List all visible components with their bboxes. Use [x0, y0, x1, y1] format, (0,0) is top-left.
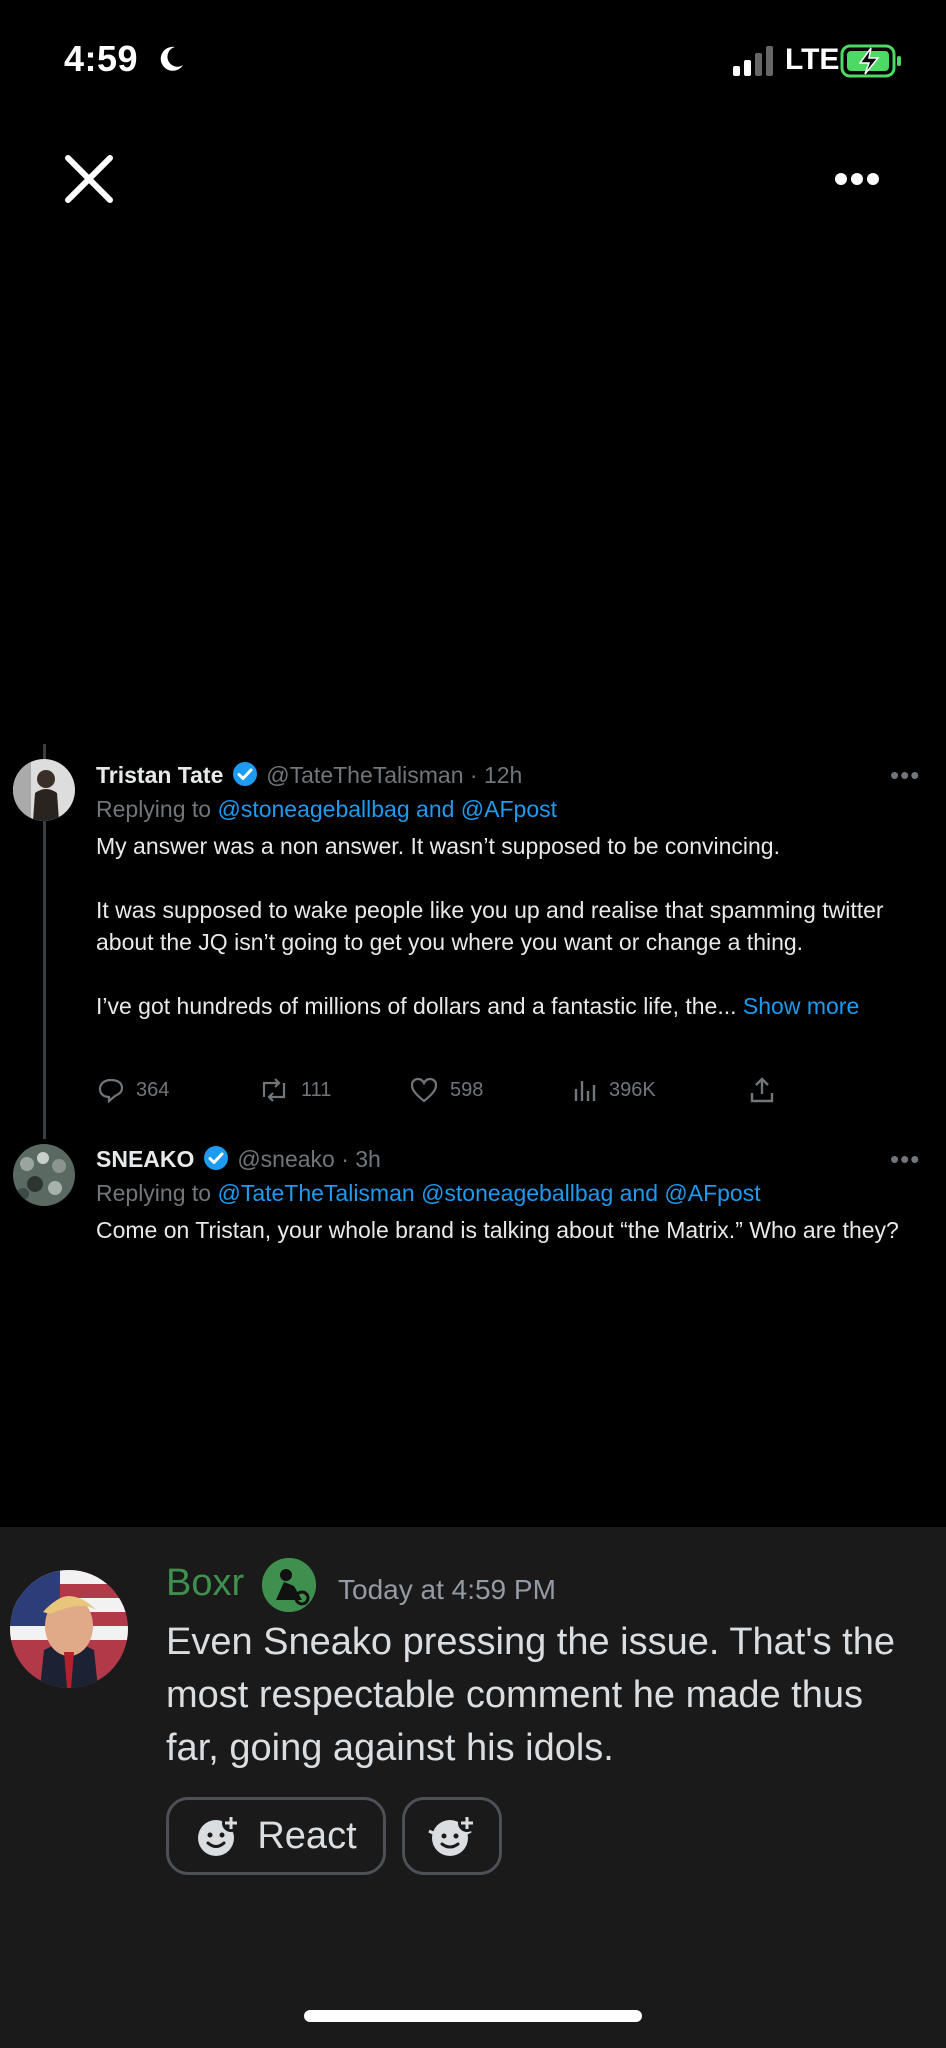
- add-reaction-icon: [198, 1814, 241, 1856]
- network-label: LTE: [785, 43, 840, 76]
- views-action[interactable]: 396K: [573, 1077, 656, 1103]
- reply-action[interactable]: 364: [98, 1077, 169, 1103]
- tweet-paragraph-last: I’ve got hundreds of millions of dollars…: [96, 990, 916, 1022]
- verified-icon: [232, 762, 257, 786]
- message-timestamp: Today at 4:59 PM: [338, 1574, 556, 1605]
- add-super-reaction-button[interactable]: [402, 1797, 502, 1875]
- message-text: Even Sneako pressing the issue. That's t…: [166, 1621, 895, 1769]
- tweet-header: Tristan Tate @TateTheTalisman · 12h: [96, 761, 522, 789]
- tweet-more-icon[interactable]: •••: [890, 1144, 920, 1175]
- author-name[interactable]: Boxr: [166, 1562, 244, 1605]
- replying-prefix: Replying to: [96, 1180, 218, 1206]
- replying-to-links[interactable]: @stoneageballbag and @AFpost: [217, 796, 557, 822]
- replying-to-line: Replying to @TateTheTalisman @stoneageba…: [96, 1180, 761, 1207]
- replying-to-links[interactable]: @TateTheTalisman @stoneageballbag and @A…: [217, 1180, 760, 1206]
- more-icon[interactable]: [834, 172, 880, 186]
- role-badge-icon: [262, 1558, 316, 1612]
- like-action[interactable]: 598: [410, 1077, 483, 1103]
- reply-count: 364: [136, 1078, 170, 1101]
- tweet-more-icon[interactable]: •••: [890, 760, 920, 791]
- cropped-action-row: [96, 1296, 796, 1300]
- tweet-truncated-text: I’ve got hundreds of millions of dollars…: [96, 993, 737, 1019]
- replying-to-line: Replying to @stoneageballbag and @AFpost: [96, 796, 557, 823]
- tweet-body: Come on Tristan, your whole brand is tal…: [96, 1217, 899, 1243]
- home-indicator[interactable]: [304, 2010, 642, 2022]
- show-more-link[interactable]: Show more: [743, 993, 859, 1019]
- status-time: 4:59: [64, 38, 139, 79]
- super-reaction-icon: [428, 1814, 476, 1856]
- close-icon[interactable]: [62, 152, 116, 206]
- author-handle[interactable]: @TateTheTalisman · 12h: [266, 762, 522, 788]
- author-name[interactable]: Tristan Tate: [96, 762, 223, 788]
- views-icon: [574, 1081, 596, 1101]
- tweet-paragraph: My answer was a non answer. It wasn’t su…: [96, 833, 780, 859]
- react-button[interactable]: React: [166, 1797, 386, 1875]
- views-count: 396K: [609, 1078, 656, 1101]
- tristan-avatar[interactable]: [13, 759, 75, 821]
- like-count: 598: [450, 1078, 484, 1101]
- reply-icon: [98, 1078, 124, 1103]
- moon-icon: [160, 46, 183, 71]
- replying-prefix: Replying to: [96, 796, 218, 822]
- heart-icon: [410, 1077, 438, 1103]
- battery-charging-icon: [840, 44, 901, 78]
- sneako-avatar[interactable]: [13, 1144, 75, 1206]
- retweet-action[interactable]: 111: [259, 1077, 331, 1103]
- retweet-icon: [262, 1078, 286, 1102]
- signal-icon: [733, 46, 773, 76]
- author-name[interactable]: SNEAKO: [96, 1146, 194, 1172]
- tweet-body: My answer was a non answer. It wasn’t su…: [96, 830, 916, 1022]
- react-label: React: [257, 1814, 357, 1857]
- retweet-count: 111: [301, 1078, 332, 1101]
- share-icon[interactable]: [748, 1076, 776, 1104]
- tweet-paragraph: It was supposed to wake people like you …: [96, 897, 884, 955]
- author-handle[interactable]: @sneako · 3h: [237, 1146, 381, 1172]
- tweet-header: SNEAKO @sneako · 3h: [96, 1145, 381, 1173]
- verified-icon: [203, 1146, 228, 1170]
- user-avatar[interactable]: [10, 1570, 128, 1688]
